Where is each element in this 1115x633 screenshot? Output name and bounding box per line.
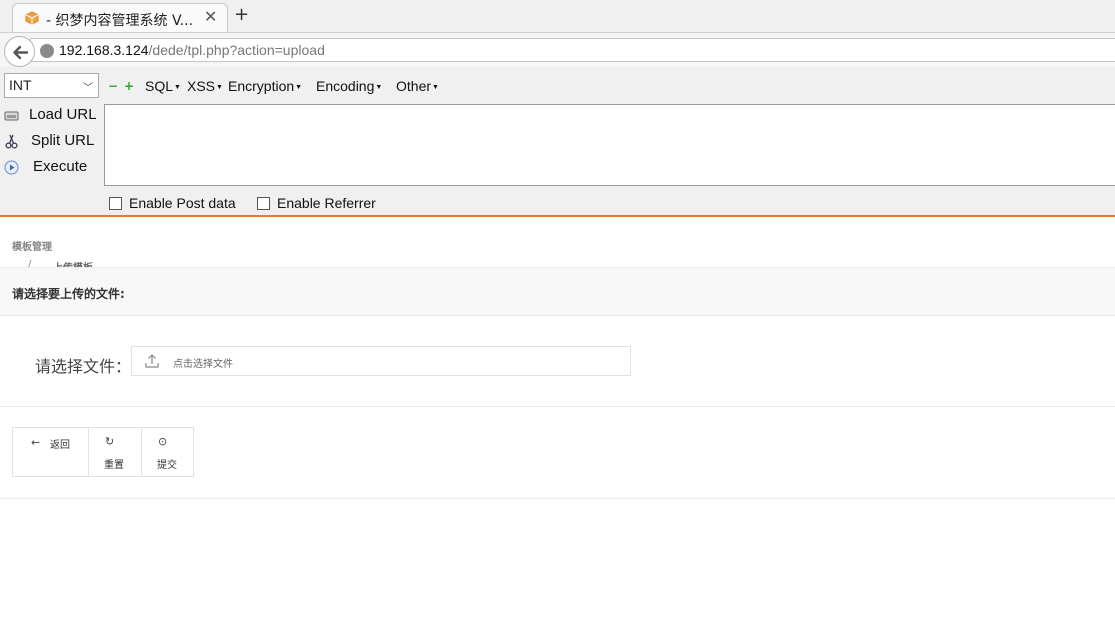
- execute-button[interactable]: Execute: [4, 157, 99, 179]
- action-button-group: ← 返回 ↻ 重置 ⊙ 提交: [12, 427, 194, 477]
- menu-encryption-label: Encryption: [228, 78, 295, 94]
- checkbox-icon: [109, 197, 122, 210]
- back-button[interactable]: [4, 36, 35, 67]
- file-upload-input[interactable]: 点击选择文件: [131, 346, 631, 376]
- dropdown-triangle-icon: ▼: [174, 84, 181, 91]
- split-url-label: Split URL: [31, 132, 95, 149]
- dedecms-favicon-icon: [25, 11, 39, 25]
- type-select-value: INT: [9, 77, 32, 93]
- url-text[interactable]: 192.168.3.124/dede/tpl.php?action=upload: [59, 42, 325, 58]
- decrease-button[interactable]: −: [108, 79, 118, 93]
- checkbox-icon: [257, 197, 270, 210]
- enable-post-checkbox[interactable]: Enable Post data: [109, 195, 236, 211]
- dropdown-triangle-icon: ▼: [295, 84, 303, 91]
- navigation-bar: 192.168.3.124/dede/tpl.php?action=upload: [0, 32, 1115, 67]
- menu-encryption[interactable]: Encryption▼: [228, 78, 302, 94]
- url-host: 192.168.3.124: [59, 42, 149, 58]
- load-url-icon: [4, 111, 19, 121]
- load-url-button[interactable]: Load URL: [4, 105, 99, 127]
- dropdown-triangle-icon: ▼: [216, 84, 223, 91]
- tab-title: - 织梦内容管理系统 V...: [46, 13, 194, 29]
- upload-icon: [145, 354, 159, 368]
- back-arrow-icon: [13, 45, 29, 60]
- back-label: 返回: [50, 440, 70, 451]
- url-path: /dede/tpl.php?action=upload: [148, 42, 325, 58]
- menu-sql-label: SQL: [145, 78, 174, 94]
- menu-encoding[interactable]: Encoding▼: [316, 78, 382, 94]
- play-icon: [4, 160, 19, 175]
- new-tab-button[interactable]: +: [234, 4, 249, 25]
- refresh-icon: ↻: [105, 435, 115, 448]
- upload-placeholder: 点击选择文件: [173, 359, 233, 370]
- panel-bottom-edge: [0, 498, 1115, 499]
- submit-button[interactable]: ⊙ 提交: [142, 428, 195, 476]
- submit-icon: ⊙: [158, 435, 168, 448]
- reset-button[interactable]: ↻ 重置: [89, 428, 142, 476]
- divider: [0, 406, 1115, 407]
- menu-xss-label: XSS: [187, 78, 216, 94]
- site-info-icon[interactable]: [40, 44, 54, 58]
- section-header: 请选择要上传的文件:: [0, 267, 1115, 316]
- scissors-icon: [5, 134, 18, 149]
- arrow-left-icon: ←: [31, 436, 41, 449]
- tab-strip: - 织梦内容管理系统 V... ✕ +: [0, 0, 1115, 32]
- submit-label: 提交: [157, 460, 177, 471]
- dropdown-triangle-icon: ▼: [375, 84, 383, 91]
- file-field-label: 请选择文件：: [35, 357, 132, 376]
- url-textarea[interactable]: [104, 104, 1115, 186]
- dropdown-triangle-icon: ▼: [432, 84, 439, 91]
- load-url-label: Load URL: [29, 106, 97, 123]
- chevron-down-icon: ﹀: [83, 83, 93, 94]
- execute-label: Execute: [33, 158, 88, 175]
- tab-close-icon[interactable]: ✕: [204, 7, 217, 26]
- split-url-button[interactable]: Split URL: [4, 131, 99, 153]
- type-select[interactable]: INT ﹀: [4, 73, 99, 98]
- enable-referrer-checkbox[interactable]: Enable Referrer: [257, 195, 376, 211]
- breadcrumb-parent[interactable]: 模板管理: [12, 238, 52, 253]
- hackbar-panel: INT ﹀ − + SQL▼ XSS▼ Encryption▼ Encoding…: [0, 67, 1115, 217]
- menu-encoding-label: Encoding: [316, 78, 375, 94]
- browser-tab[interactable]: - 织梦内容管理系统 V... ✕: [12, 3, 228, 32]
- increase-button[interactable]: +: [124, 79, 134, 93]
- menu-other[interactable]: Other▼: [396, 78, 439, 94]
- back-button[interactable]: ← 返回: [13, 428, 89, 476]
- enable-referrer-label: Enable Referrer: [277, 195, 376, 211]
- menu-sql[interactable]: SQL▼: [145, 78, 181, 94]
- page-content: 模板管理 / 上传模板 请选择要上传的文件: 请选择文件： 点击选择文件 ← 返…: [0, 219, 1115, 633]
- reset-label: 重置: [104, 460, 124, 471]
- menu-other-label: Other: [396, 78, 432, 94]
- section-title: 请选择要上传的文件:: [12, 287, 125, 301]
- enable-post-label: Enable Post data: [129, 195, 236, 211]
- menu-xss[interactable]: XSS▼: [187, 78, 223, 94]
